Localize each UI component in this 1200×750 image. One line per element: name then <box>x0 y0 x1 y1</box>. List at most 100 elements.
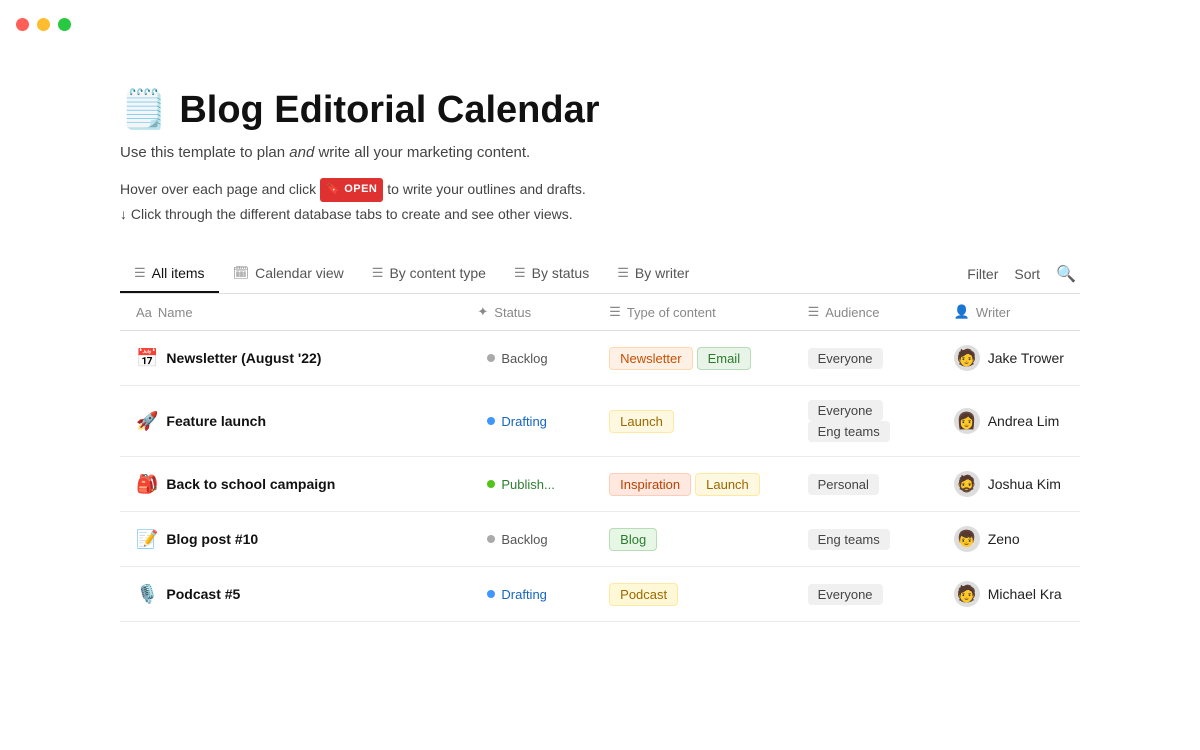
tab-by-content-type[interactable]: ☰ By content type <box>358 255 500 293</box>
content-type-tag: Launch <box>695 473 760 496</box>
tab-by-status-label: By status <box>532 265 590 281</box>
writer-cell: 🧑 Michael Kra <box>954 581 1064 607</box>
writer-name: Michael Kra <box>988 586 1062 602</box>
status-label: Backlog <box>501 532 547 547</box>
status-dot <box>487 354 495 362</box>
content-type-tag: Inspiration <box>609 473 691 496</box>
minimize-button[interactable] <box>37 18 50 31</box>
audience-tag: Everyone <box>808 584 883 605</box>
row-icon: 🚀 <box>136 411 158 432</box>
col-type-icon: ☰ <box>609 304 621 320</box>
avatar: 🧔 <box>954 471 980 497</box>
row-icon: 🎒 <box>136 474 158 495</box>
table-row[interactable]: 🎒 Back to school campaign Publish... Ins… <box>120 457 1080 512</box>
tabs-bar: ☰ All items 🗓 Calendar view ☰ By content… <box>120 255 1080 294</box>
writer-name: Zeno <box>988 531 1020 547</box>
filter-button[interactable]: Filter <box>967 266 998 282</box>
maximize-button[interactable] <box>58 18 71 31</box>
table-row[interactable]: 📅 Newsletter (August '22) Backlog Newsle… <box>120 331 1080 386</box>
status-label: Drafting <box>501 587 547 602</box>
tab-by-content-type-label: By content type <box>389 265 486 281</box>
tab-by-content-type-icon: ☰ <box>372 265 384 281</box>
table-wrapper: Aa Name ✦ Status ☰ Type of content <box>120 294 1080 622</box>
tab-by-writer[interactable]: ☰ By writer <box>603 255 703 293</box>
name-cell: 🎙️ Podcast #5 <box>136 584 445 605</box>
col-status-icon: ✦ <box>477 304 488 320</box>
row-name: Podcast #5 <box>166 586 240 602</box>
status-label: Backlog <box>501 351 547 366</box>
status-dot <box>487 480 495 488</box>
row-name: Feature launch <box>166 413 266 429</box>
col-header-type: ☰ Type of content <box>593 294 791 331</box>
status-dot <box>487 535 495 543</box>
page-instructions: Hover over each page and click 🔖 OPEN to… <box>120 177 1080 227</box>
page-subtitle: Use this template to plan and write all … <box>120 144 1080 161</box>
main-content: 🗒️ Blog Editorial Calendar Use this temp… <box>0 48 1200 662</box>
sort-button[interactable]: Sort <box>1014 266 1040 282</box>
titlebar <box>0 0 1200 48</box>
row-icon: 📅 <box>136 348 158 369</box>
open-badge: 🔖 OPEN <box>320 178 383 202</box>
row-name: Newsletter (August '22) <box>166 350 321 366</box>
col-writer-icon: 👤 <box>954 304 970 320</box>
table-header-row: Aa Name ✦ Status ☰ Type of content <box>120 294 1080 331</box>
col-header-audience: ☰ Audience <box>792 294 938 331</box>
writer-cell: 👦 Zeno <box>954 526 1064 552</box>
name-cell: 🚀 Feature launch <box>136 411 445 432</box>
tab-calendar-view[interactable]: 🗓 Calendar view <box>219 255 358 293</box>
open-badge-icon: 🔖 <box>326 180 340 200</box>
content-type-tag: Blog <box>609 528 657 551</box>
writer-cell: 👩 Andrea Lim <box>954 408 1064 434</box>
search-icon[interactable]: 🔍 <box>1056 264 1076 284</box>
col-header-status: ✦ Status <box>461 294 593 331</box>
row-icon: 📝 <box>136 529 158 550</box>
content-type-tag: Newsletter <box>609 347 692 370</box>
avatar: 👩 <box>954 408 980 434</box>
tab-all-items-icon: ☰ <box>134 265 146 281</box>
status-badge: Publish... <box>477 474 564 495</box>
avatar: 🧑 <box>954 345 980 371</box>
tab-by-status[interactable]: ☰ By status <box>500 255 603 293</box>
writer-cell: 🧔 Joshua Kim <box>954 471 1064 497</box>
col-header-writer: 👤 Writer <box>938 294 1080 331</box>
name-cell: 📅 Newsletter (August '22) <box>136 348 445 369</box>
page-icon: 🗒️ <box>120 88 167 132</box>
status-dot <box>487 590 495 598</box>
writer-name: Joshua Kim <box>988 476 1061 492</box>
tab-all-items-label: All items <box>152 265 205 281</box>
table-row[interactable]: 🎙️ Podcast #5 Drafting PodcastEveryone 🧑… <box>120 567 1080 622</box>
tab-calendar-view-icon: 🗓 <box>233 265 250 281</box>
content-table: Aa Name ✦ Status ☰ Type of content <box>120 294 1080 622</box>
tab-by-status-icon: ☰ <box>514 265 526 281</box>
audience-tag: Everyone <box>808 400 883 421</box>
row-name: Back to school campaign <box>166 476 335 492</box>
name-cell: 🎒 Back to school campaign <box>136 474 445 495</box>
tab-by-writer-icon: ☰ <box>617 265 629 281</box>
avatar: 🧑 <box>954 581 980 607</box>
table-row[interactable]: 📝 Blog post #10 Backlog BlogEng teams 👦 … <box>120 512 1080 567</box>
status-badge: Backlog <box>477 529 557 550</box>
row-name: Blog post #10 <box>166 531 258 547</box>
page-header: 🗒️ Blog Editorial Calendar <box>120 88 1080 132</box>
name-cell: 📝 Blog post #10 <box>136 529 445 550</box>
table-row[interactable]: 🚀 Feature launch Drafting LaunchEveryone… <box>120 386 1080 457</box>
close-button[interactable] <box>16 18 29 31</box>
tab-calendar-view-label: Calendar view <box>255 265 344 281</box>
page-title: Blog Editorial Calendar <box>179 89 599 132</box>
writer-cell: 🧑 Jake Trower <box>954 345 1064 371</box>
audience-tag: Everyone <box>808 348 883 369</box>
tab-actions: Filter Sort 🔍 <box>967 264 1080 284</box>
audience-tag: Personal <box>808 474 879 495</box>
tab-all-items[interactable]: ☰ All items <box>120 255 219 293</box>
status-label: Publish... <box>501 477 554 492</box>
writer-name: Andrea Lim <box>988 413 1060 429</box>
status-badge: Drafting <box>477 584 557 605</box>
col-name-icon: Aa <box>136 305 152 320</box>
status-label: Drafting <box>501 414 547 429</box>
tab-group: ☰ All items 🗓 Calendar view ☰ By content… <box>120 255 967 293</box>
status-badge: Drafting <box>477 411 557 432</box>
row-icon: 🎙️ <box>136 584 158 605</box>
col-audience-icon: ☰ <box>808 304 820 320</box>
tab-by-writer-label: By writer <box>635 265 689 281</box>
status-dot <box>487 417 495 425</box>
